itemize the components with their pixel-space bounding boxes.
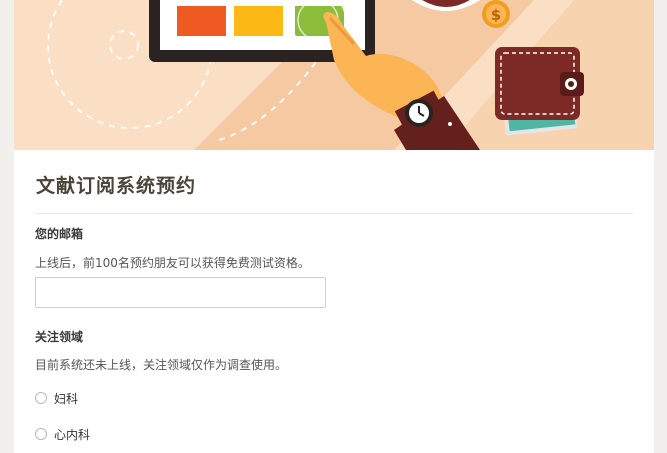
coin-symbol: $ [491, 6, 501, 24]
cardiology-radio[interactable] [35, 428, 47, 440]
email-question-label: 您的邮箱 [35, 227, 84, 241]
option-cardiology-label: 心内科 [54, 427, 91, 442]
page-background-right [654, 0, 667, 453]
form-title: 文献订阅系统预约 [36, 175, 197, 197]
form-card: $ 文献订阅系统预约 您的邮箱 上线后，前100名预约朋友可以获得免费测试资格。… [14, 0, 654, 453]
field-question-description: 目前系统还未上线，关注领域仅作为调查使用。 [35, 358, 288, 372]
header-banner: $ [14, 0, 654, 150]
option-gynecology[interactable]: 妇科 [35, 389, 78, 407]
banner-illustration: $ [14, 0, 654, 150]
dollar-coin-icon: $ [482, 0, 510, 28]
option-cardiology[interactable]: 心内科 [35, 425, 90, 443]
email-question-description: 上线后，前100名预约朋友可以获得免费测试资格。 [35, 256, 310, 270]
page-background-left [0, 0, 14, 453]
email-field[interactable] [35, 277, 326, 308]
option-gynecology-label: 妇科 [54, 391, 79, 406]
gynecology-radio[interactable] [35, 392, 47, 404]
field-question-label: 关注领域 [35, 330, 84, 344]
wallet-icon [495, 47, 584, 136]
title-divider [35, 213, 633, 214]
